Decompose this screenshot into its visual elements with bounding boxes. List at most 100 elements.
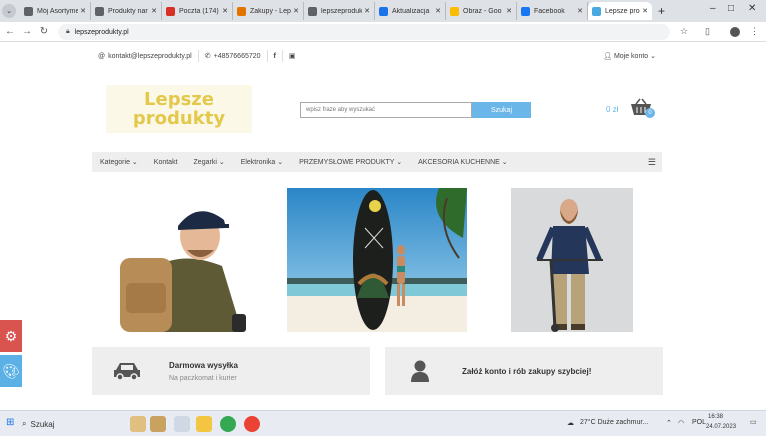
feature-create-account[interactable]: Załóż konto i rób zakupy szybciej! — [385, 347, 663, 395]
weather-icon: ☁ — [567, 420, 574, 427]
clock-time[interactable]: 16:38 — [708, 414, 723, 420]
os-taskbar: ⊞ ⌕ Szukaj ☁ 27°C Duże zachmur... ⌃ ◠ POL… — [0, 410, 766, 436]
at-icon: @ — [98, 52, 106, 60]
nav-label: PRZEMYSŁOWE PRODUKTY — [299, 159, 395, 166]
facebook-icon: f — [273, 52, 276, 60]
tab-close-icon[interactable]: ✕ — [642, 7, 648, 15]
tab-close-icon[interactable]: ✕ — [80, 7, 86, 15]
browser-tab[interactable]: Produkty nar ✕ — [91, 2, 162, 20]
browser-tab[interactable]: Obraz - Goo ✕ — [446, 2, 517, 20]
tab-close-icon[interactable]: ✕ — [222, 7, 228, 15]
feature-subtitle: Na paczkomat i kurier — [169, 375, 237, 382]
new-tab-button[interactable]: + — [658, 4, 665, 18]
widget-birds-icon-2[interactable] — [150, 416, 166, 432]
reload-icon[interactable]: ↻ — [37, 26, 51, 37]
logo-line1: Lepsze — [144, 89, 214, 110]
taskview-icon[interactable] — [174, 416, 190, 432]
tab-title: Produkty nar — [108, 7, 148, 15]
product-photo-scooter[interactable] — [511, 188, 633, 332]
menu-dots-icon[interactable]: ⋮ — [750, 26, 759, 37]
browser-tab[interactable]: lepszeprodukty✕ — [304, 2, 375, 20]
lang-indicator[interactable]: POL — [692, 419, 706, 426]
tab-close-icon[interactable]: ✕ — [435, 7, 441, 15]
url-text: lepszeprodukty.pl — [74, 28, 129, 36]
tab-close-icon[interactable]: ✕ — [293, 7, 299, 15]
webpage: @ kontakt@lepszeprodukty.pl ✆ +48576665720… — [0, 42, 766, 410]
nav-kategorie[interactable]: Kategorie ⌄ — [92, 158, 146, 166]
forward-icon[interactable]: → — [20, 26, 34, 37]
lock-icon: 🔒︎ — [66, 28, 70, 35]
tab-close-icon[interactable]: ✕ — [151, 7, 157, 15]
widget-birds-icon[interactable] — [130, 416, 146, 432]
logo-line2: produkty — [132, 108, 226, 129]
weather-text[interactable]: 27°C Duże zachmur... — [580, 419, 648, 426]
notification-icon[interactable]: ▭ — [750, 418, 757, 426]
nav-kontakt[interactable]: Kontakt — [146, 159, 186, 166]
browser-tab[interactable]: Mój Asortyment✕ — [20, 2, 91, 20]
bookmark-star-icon[interactable]: ☆ — [680, 26, 688, 37]
chrome-icon[interactable] — [220, 416, 236, 432]
browser-tab[interactable]: Aktualizacja ✕ — [375, 2, 446, 20]
nav-akcesoria[interactable]: AKCESORIA KUCHENNE ⌄ — [410, 158, 516, 166]
back-icon[interactable]: ← — [3, 26, 17, 37]
search-input[interactable]: wpisz fraze aby wyszukać — [300, 102, 472, 118]
search-button[interactable]: Szukaj — [472, 102, 531, 118]
hamburger-icon[interactable]: ☰ — [648, 157, 656, 168]
file-explorer-icon[interactable] — [196, 416, 212, 432]
tab-favicon-icon — [521, 6, 530, 16]
email-link[interactable]: @ kontakt@lepszeprodukty.pl — [92, 50, 199, 62]
email-text: kontakt@lepszeprodukty.pl — [108, 52, 192, 60]
search-icon: ⌕ — [22, 419, 27, 428]
tab-favicon-icon — [237, 6, 246, 16]
browser-tab[interactable]: Lepsze produ✕ — [588, 2, 652, 20]
palette-button[interactable]: 🎨︎ — [0, 355, 22, 387]
browser-tab[interactable]: Zakupy - Lepsz✕ — [233, 2, 304, 20]
tab-favicon-icon — [166, 6, 175, 16]
account-menu[interactable]: 👤︎ Moje konto ⌄ — [603, 52, 656, 60]
youtube-link[interactable]: ▣ — [283, 50, 302, 62]
taskbar-search[interactable]: ⌕ Szukaj — [22, 415, 122, 433]
cart-count-badge: 0 — [645, 108, 655, 118]
facebook-link[interactable]: f — [268, 50, 283, 62]
search-placeholder: wpisz fraze aby wyszukać — [306, 107, 376, 113]
tab-search-icon[interactable]: ⌄ — [2, 4, 16, 18]
tab-favicon-icon — [95, 6, 104, 16]
nav-label: Kontakt — [153, 158, 178, 166]
gear-icon: ⚙ — [4, 327, 18, 344]
chrome-icon-2[interactable] — [244, 416, 260, 432]
tab-favicon-icon — [24, 6, 33, 16]
browser-tab[interactable]: Poczta (174) ✕ — [162, 2, 233, 20]
network-icon[interactable]: ◠ — [678, 419, 684, 427]
site-logo[interactable]: Lepsze produkty — [106, 85, 252, 133]
tab-close-icon[interactable]: ✕ — [364, 7, 370, 15]
clock-date[interactable]: 24.07.2023 — [706, 424, 736, 430]
minimize-icon[interactable]: – — [710, 3, 716, 14]
nav-przemyslowe[interactable]: PRZEMYSŁOWE PRODUKTY ⌄ — [291, 158, 410, 166]
tray-chevron-icon[interactable]: ⌃ — [666, 419, 672, 427]
feature-title: Darmowa wysyłka — [169, 361, 238, 370]
product-photo-backpack[interactable] — [92, 188, 272, 332]
nav-elektronika[interactable]: Elektronika ⌄ — [233, 158, 291, 166]
sidebar-icon[interactable]: ▯ — [705, 26, 710, 37]
feature-free-shipping[interactable]: Darmowa wysyłka Na paczkomat i kurier — [92, 347, 370, 395]
account-label: Moje konto — [613, 53, 649, 60]
windows-start-icon[interactable]: ⊞ — [6, 417, 14, 428]
settings-gear-button[interactable]: ⚙ — [0, 320, 22, 352]
tab-close-icon[interactable]: ✕ — [577, 7, 583, 15]
nav-label: Zegarki — [193, 159, 217, 166]
tab-close-icon[interactable]: ✕ — [506, 7, 512, 15]
browser-tab[interactable]: Facebook ✕ — [517, 2, 588, 20]
cart-total: 0 zł — [606, 105, 619, 114]
tab-favicon-icon — [308, 6, 317, 16]
profile-avatar[interactable] — [730, 27, 740, 37]
car-icon — [114, 363, 140, 381]
product-photo-paddleboard[interactable] — [287, 188, 467, 332]
phone-link[interactable]: ✆ +48576665720 — [199, 50, 268, 62]
url-bar[interactable]: 🔒︎ lepszeprodukty.pl — [58, 24, 670, 40]
tab-title: Poczta (174) — [179, 7, 219, 15]
nav-zegarki[interactable]: Zegarki ⌄ — [186, 158, 233, 166]
tab-title: lepszeprodukty — [321, 7, 363, 15]
maximize-icon[interactable]: □ — [728, 3, 734, 14]
youtube-icon: ▣ — [288, 53, 296, 60]
close-window-icon[interactable]: ✕ — [748, 3, 756, 14]
